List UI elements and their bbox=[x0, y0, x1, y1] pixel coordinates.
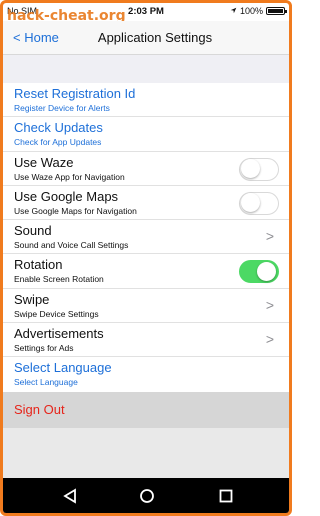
use-waze-toggle[interactable] bbox=[239, 157, 279, 181]
battery-percent: 100% bbox=[239, 6, 263, 16]
back-triangle-icon[interactable] bbox=[63, 488, 77, 509]
location-arrow-icon bbox=[230, 6, 237, 16]
setting-title: Advertisements bbox=[14, 326, 104, 342]
setting-check-updates[interactable]: Check Updates Check for App Updates bbox=[3, 117, 289, 152]
toggle-knob bbox=[257, 261, 276, 281]
battery-fill bbox=[268, 9, 283, 13]
setting-select-language[interactable]: Select Language Select Language bbox=[3, 357, 289, 392]
setting-subtitle: Use Google Maps for Navigation bbox=[14, 205, 137, 216]
setting-title: Reset Registration Id bbox=[14, 86, 136, 101]
setting-subtitle: Select Language bbox=[14, 377, 78, 388]
setting-title: Select Language bbox=[14, 360, 112, 376]
setting-subtitle: Use Waze App for Navigation bbox=[14, 171, 125, 182]
chevron-right-icon: > bbox=[265, 228, 274, 245]
section-spacer bbox=[3, 55, 289, 83]
status-right: 100% bbox=[230, 6, 287, 16]
setting-title: Use Google Maps bbox=[14, 188, 119, 204]
settings-list: Reset Registration Id Register Device fo… bbox=[3, 83, 289, 392]
rotation-toggle[interactable] bbox=[239, 260, 279, 284]
battery-icon bbox=[266, 7, 287, 15]
setting-title: Use Waze bbox=[14, 154, 74, 170]
toggle-knob bbox=[240, 193, 260, 213]
setting-title: Check Updates bbox=[14, 120, 103, 136]
recents-square-icon[interactable] bbox=[219, 488, 233, 509]
setting-subtitle: Check for App Updates bbox=[14, 137, 102, 148]
setting-subtitle: Sound and Voice Call Settings bbox=[14, 240, 129, 251]
setting-subtitle: Register Device for Alerts bbox=[14, 103, 110, 113]
setting-swipe[interactable]: Swipe Swipe Device Settings > bbox=[3, 288, 289, 324]
page-title: Application Settings bbox=[97, 30, 213, 45]
footer-area bbox=[3, 428, 289, 478]
setting-title: Sound bbox=[14, 223, 52, 239]
setting-use-waze: Use Waze Use Waze App for Navigation bbox=[3, 151, 289, 186]
home-circle-icon[interactable] bbox=[139, 488, 155, 509]
device-frame: No SIM 2:03 PM 100% hack-cheat.org < Hom… bbox=[0, 0, 292, 516]
setting-use-google-maps: Use Google Maps Use Google Maps for Navi… bbox=[3, 185, 289, 221]
toggle-knob bbox=[240, 159, 260, 179]
setting-title: Rotation bbox=[14, 257, 63, 273]
setting-subtitle: Settings for Ads bbox=[14, 343, 74, 354]
setting-reset-registration[interactable]: Reset Registration Id Register Device fo… bbox=[3, 83, 289, 118]
setting-subtitle: Enable Screen Rotation bbox=[14, 274, 104, 285]
setting-subtitle: Swipe Device Settings bbox=[14, 308, 99, 319]
setting-rotation: Rotation Enable Screen Rotation bbox=[3, 254, 289, 289]
sign-out-button[interactable]: Sign Out bbox=[3, 392, 289, 428]
sign-out-label: Sign Out bbox=[14, 402, 65, 417]
system-navigation-bar bbox=[3, 478, 289, 513]
navigation-bar: < Home Application Settings bbox=[3, 21, 289, 55]
setting-title: Swipe bbox=[14, 291, 50, 307]
use-google-maps-toggle[interactable] bbox=[239, 191, 279, 215]
chevron-right-icon: > bbox=[265, 331, 274, 348]
chevron-right-icon: > bbox=[265, 296, 274, 313]
setting-sound[interactable]: Sound Sound and Voice Call Settings > bbox=[3, 220, 289, 255]
setting-advertisements[interactable]: Advertisements Settings for Ads > bbox=[3, 323, 289, 358]
